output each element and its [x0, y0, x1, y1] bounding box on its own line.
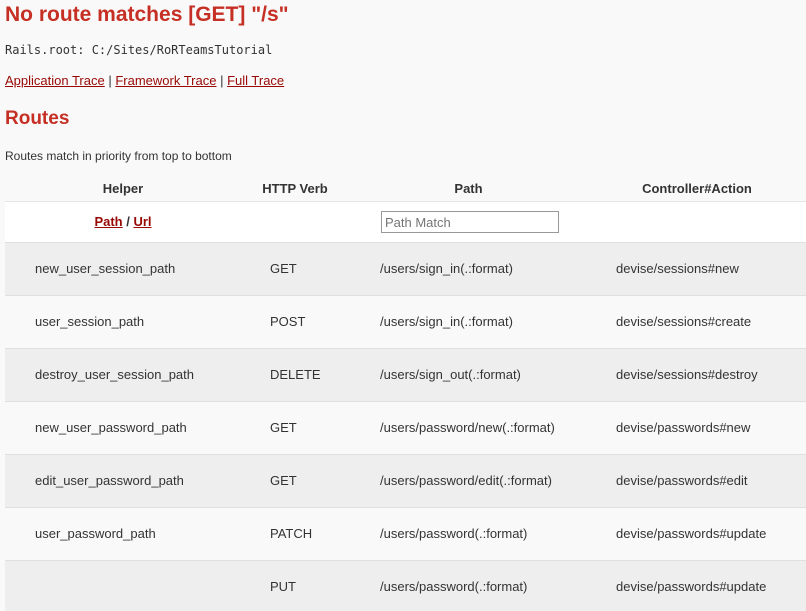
route-verb: PUT	[270, 579, 296, 594]
route-controller-action: devise/passwords#update	[616, 526, 767, 541]
application-trace-link[interactable]: Application Trace	[5, 73, 105, 88]
routes-heading: Routes	[5, 108, 70, 129]
table-body: new_user_session_path GET /users/sign_in…	[5, 242, 806, 611]
table-row: user_password_path PATCH /users/password…	[5, 507, 806, 560]
route-verb: GET	[270, 420, 297, 435]
route-path: /users/password(.:format)	[380, 526, 528, 541]
route-helper: new_user_session_path	[35, 261, 176, 276]
route-controller-action: devise/sessions#new	[616, 261, 739, 276]
table-row: new_user_session_path GET /users/sign_in…	[5, 242, 806, 295]
route-path: /users/sign_in(.:format)	[380, 314, 513, 329]
route-helper: edit_user_password_path	[35, 473, 184, 488]
route-verb: PATCH	[270, 526, 313, 541]
error-title: No route matches [GET] "/s"	[5, 3, 289, 26]
route-verb: DELETE	[270, 367, 321, 382]
trace-separator: |	[216, 73, 228, 88]
route-path: /users/password/new(.:format)	[380, 420, 555, 435]
column-header-helper: Helper	[102, 181, 144, 196]
route-verb: GET	[270, 473, 297, 488]
table-row: PUT /users/password(.:format) devise/pas…	[5, 560, 806, 611]
route-controller-action: devise/passwords#edit	[616, 473, 748, 488]
filter-row: Path / Url	[5, 201, 806, 242]
trace-links: Application Trace | Framework Trace | Fu…	[5, 73, 284, 88]
column-header-http-verb: HTTP Verb	[262, 181, 328, 196]
table-header: Helper HTTP Verb Path Controller#Action	[5, 174, 806, 201]
table-row: new_user_password_path GET /users/passwo…	[5, 401, 806, 454]
route-controller-action: devise/passwords#new	[616, 420, 751, 435]
rails-root-path: Rails.root: C:/Sites/RoRTeamsTutorial	[5, 43, 273, 57]
routes-table: Helper HTTP Verb Path Controller#Action …	[5, 174, 806, 611]
route-verb: POST	[270, 314, 306, 329]
full-trace-link[interactable]: Full Trace	[227, 73, 284, 88]
route-path: /users/sign_in(.:format)	[380, 261, 513, 276]
framework-trace-link[interactable]: Framework Trace	[115, 73, 216, 88]
route-helper: new_user_password_path	[35, 420, 187, 435]
column-header-path: Path	[454, 181, 483, 196]
route-path: /users/password/edit(.:format)	[380, 473, 552, 488]
route-helper: user_password_path	[35, 526, 156, 541]
url-toggle-link[interactable]: Url	[133, 214, 151, 229]
path-toggle-link[interactable]: Path	[94, 214, 122, 229]
helper-toggle-separator: /	[122, 214, 134, 229]
route-path: /users/sign_out(.:format)	[380, 367, 521, 382]
route-controller-action: devise/sessions#create	[616, 314, 752, 329]
column-header-controller-action: Controller#Action	[642, 181, 752, 196]
path-match-search-input[interactable]	[381, 211, 559, 233]
table-row: user_session_path POST /users/sign_in(.:…	[5, 295, 806, 348]
table-row: destroy_user_session_path DELETE /users/…	[5, 348, 806, 401]
route-path: /users/password(.:format)	[380, 579, 528, 594]
table-row: edit_user_password_path GET /users/passw…	[5, 454, 806, 507]
routes-description: Routes match in priority from top to bot…	[5, 149, 232, 163]
route-controller-action: devise/sessions#destroy	[616, 367, 758, 382]
helper-toggle: Path / Url	[5, 214, 241, 229]
trace-separator: |	[104, 73, 116, 88]
route-helper: user_session_path	[35, 314, 145, 329]
route-helper: destroy_user_session_path	[35, 367, 194, 382]
route-verb: GET	[270, 261, 297, 276]
route-controller-action: devise/passwords#update	[616, 579, 767, 594]
